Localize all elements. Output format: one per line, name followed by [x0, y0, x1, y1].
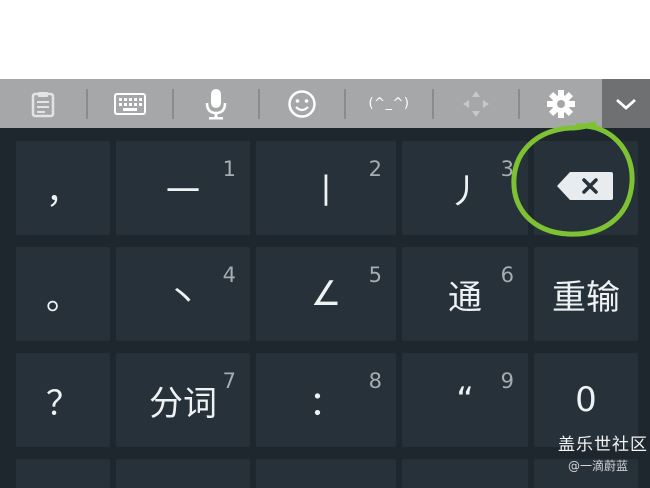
key-row4-2[interactable] — [116, 459, 250, 488]
key-stroke-dian[interactable]: 丶 4 — [116, 247, 250, 341]
key-colon[interactable]: ： 8 — [256, 353, 396, 447]
kaomoji-button[interactable]: (^_^) — [346, 79, 432, 128]
key-row4-4[interactable] — [402, 459, 528, 488]
voice-input-button[interactable] — [174, 79, 258, 128]
backspace-icon — [557, 172, 613, 200]
key-stroke-pie[interactable]: 丿 3 — [402, 141, 528, 235]
key-period[interactable]: 。 — [16, 247, 110, 341]
keyboard-toolbar: (^_^) — [0, 79, 650, 128]
key-comma[interactable]: ， — [16, 141, 110, 235]
key-reset[interactable]: 重输 — [534, 247, 638, 341]
clipboard-icon — [31, 91, 55, 117]
cursor-move-button[interactable] — [434, 79, 518, 128]
key-stroke-shu[interactable]: 丨 2 — [256, 141, 396, 235]
key-row4-1[interactable] — [16, 459, 110, 488]
emoji-icon — [288, 89, 316, 118]
watermark-subtitle: @一滴蔚蓝 — [568, 459, 629, 473]
settings-button[interactable] — [520, 79, 602, 128]
backspace-key[interactable] — [534, 141, 638, 235]
key-quote[interactable]: “ 9 — [402, 353, 528, 447]
collapse-keyboard-button[interactable] — [602, 79, 650, 128]
clipboard-button[interactable] — [0, 79, 86, 128]
cursor-move-icon — [463, 90, 489, 117]
gear-icon — [547, 89, 575, 118]
keyboard-layout-button[interactable] — [88, 79, 172, 128]
key-wildcard-tong[interactable]: 通 6 — [402, 247, 528, 341]
stroke-keyboard: ， 一 1 丨 2 丿 3 。 丶 4 ∠ 5 通 6 重输 ？ 分词 7 ： … — [0, 128, 650, 488]
key-segment[interactable]: 分词 7 — [116, 353, 250, 447]
watermark-title: 盖乐世社区 — [558, 435, 648, 455]
key-stroke-heng[interactable]: 一 1 — [116, 141, 250, 235]
key-row4-3[interactable] — [256, 459, 396, 488]
keyboard-icon — [114, 92, 146, 115]
kaomoji-icon: (^_^) — [368, 96, 410, 111]
emoji-button[interactable] — [260, 79, 344, 128]
key-question[interactable]: ？ — [16, 353, 110, 447]
chevron-down-icon — [616, 98, 636, 110]
microphone-icon — [205, 88, 227, 119]
key-stroke-zhe[interactable]: ∠ 5 — [256, 247, 396, 341]
